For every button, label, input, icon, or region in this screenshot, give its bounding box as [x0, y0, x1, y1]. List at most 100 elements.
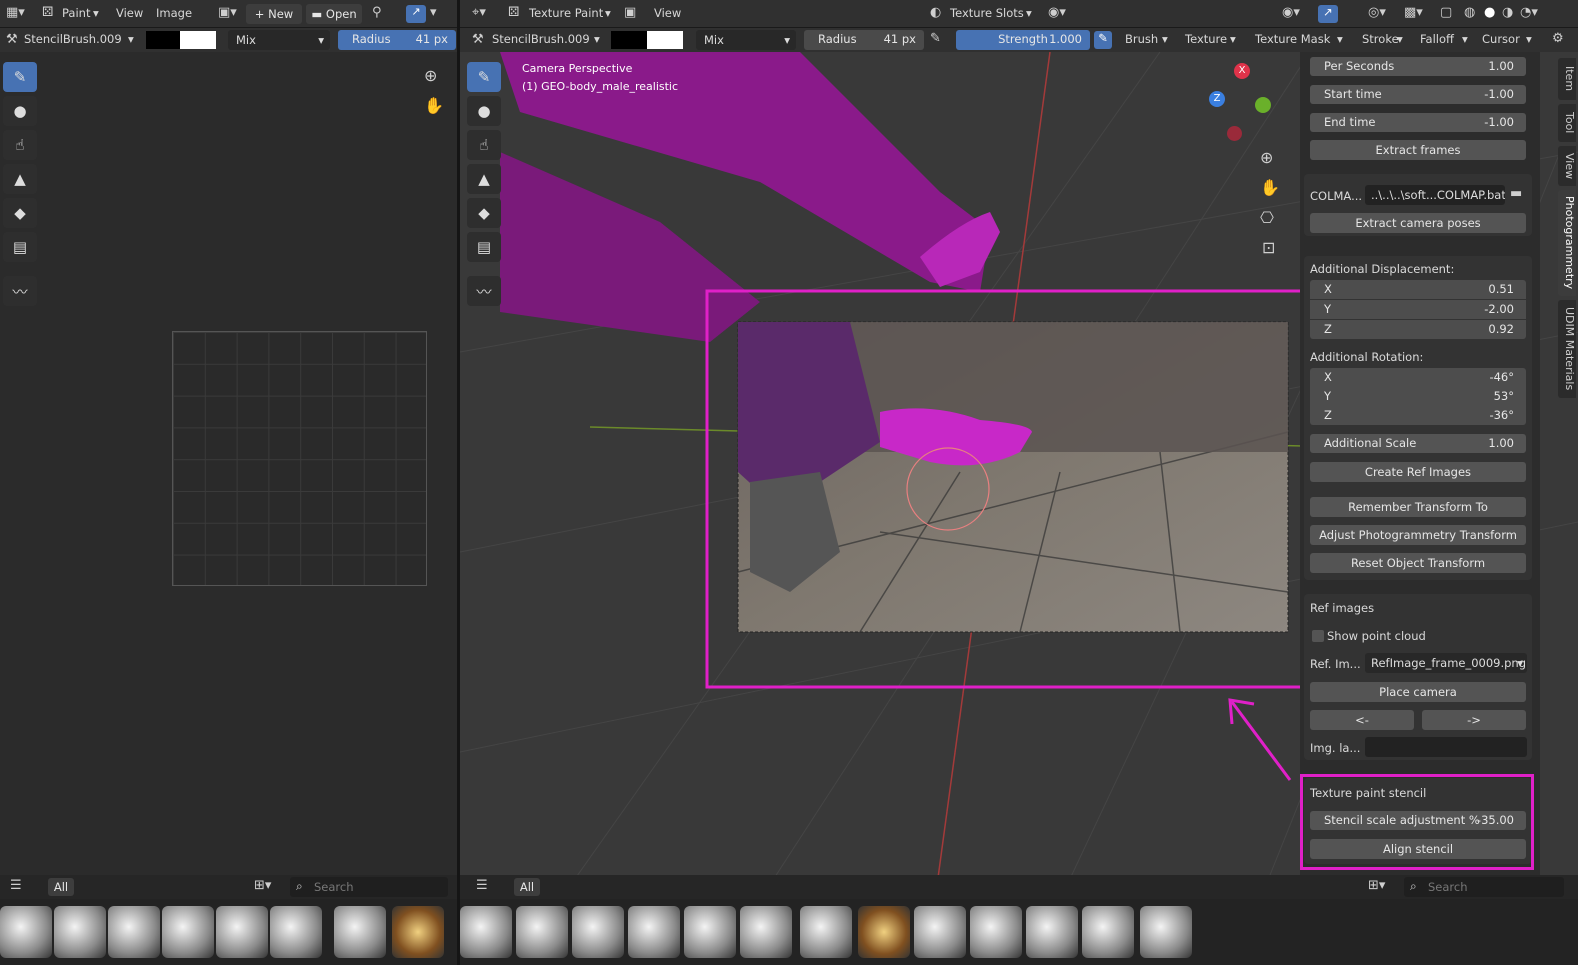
- rotation-x-field[interactable]: X -46°: [1310, 368, 1526, 387]
- gizmo-toggle[interactable]: ↗: [1318, 5, 1338, 23]
- brush-thumb[interactable]: [216, 906, 268, 958]
- left-shelf-search[interactable]: ⌕ Search: [290, 877, 448, 897]
- gizmo-z[interactable]: Z: [1209, 91, 1225, 107]
- uv-sync-button[interactable]: ↗: [406, 5, 426, 23]
- cursor-menu[interactable]: Cursor: [1482, 32, 1520, 46]
- fill-tool[interactable]: ◆: [3, 198, 37, 228]
- new-image-button[interactable]: + New: [246, 4, 302, 24]
- navigation-gizmo[interactable]: X Z: [1205, 60, 1275, 150]
- shelf-all-tab[interactable]: All: [48, 878, 74, 896]
- falloff-menu[interactable]: Falloff: [1420, 32, 1454, 46]
- draw-tool[interactable]: ✎: [3, 62, 37, 92]
- brush-thumb[interactable]: [0, 906, 52, 958]
- start-time-field[interactable]: Start time -1.00: [1310, 85, 1526, 104]
- brush-thumb-active[interactable]: [858, 906, 910, 958]
- pan-hand-icon[interactable]: ✋: [424, 96, 444, 115]
- tab-photogrammetry[interactable]: Photogrammetry: [1558, 190, 1576, 296]
- gizmo-x[interactable]: X: [1234, 63, 1250, 79]
- soften-tool[interactable]: ●: [467, 96, 501, 126]
- material-shading-icon[interactable]: ◑: [1502, 5, 1513, 20]
- color-swatch-primary[interactable]: [611, 31, 647, 49]
- shading-dot-icon[interactable]: ◉▾: [1048, 5, 1066, 20]
- annotate-tool[interactable]: 〰: [467, 276, 501, 306]
- stroke-menu[interactable]: Stroke: [1362, 32, 1399, 46]
- lock-icon[interactable]: ⊡: [1262, 238, 1275, 257]
- extract-frames-button[interactable]: Extract frames: [1310, 140, 1526, 160]
- gizmo-neg-x[interactable]: [1227, 126, 1242, 141]
- color-swatch-primary[interactable]: [146, 31, 180, 49]
- ref-image-dropdown[interactable]: RefImage_frame_0009.png ▾: [1365, 653, 1527, 673]
- color-swatch-secondary[interactable]: [647, 31, 683, 49]
- brush-thumb[interactable]: [572, 906, 624, 958]
- prev-image-button[interactable]: <-: [1310, 710, 1414, 730]
- draw-tool[interactable]: ✎: [467, 62, 501, 92]
- texture-slots-dropdown[interactable]: Texture Slots: [950, 6, 1024, 20]
- hamburger-icon[interactable]: ☰: [10, 878, 22, 893]
- brush-thumb[interactable]: [800, 906, 852, 958]
- place-camera-button[interactable]: Place camera: [1310, 682, 1526, 702]
- rotation-y-field[interactable]: Y 53°: [1310, 387, 1526, 406]
- fill-tool[interactable]: ◆: [467, 198, 501, 228]
- zoom-icon[interactable]: ⊕: [1260, 148, 1273, 167]
- texture-mask-menu[interactable]: Texture Mask: [1255, 32, 1330, 46]
- editor-type-icon[interactable]: ⌖▾: [472, 5, 486, 20]
- annotate-tool[interactable]: 〰: [3, 276, 37, 306]
- brush-thumb[interactable]: [1082, 906, 1134, 958]
- clone-tool[interactable]: ▲: [3, 164, 37, 194]
- brush-thumb[interactable]: [684, 906, 736, 958]
- reset-object-transform-button[interactable]: Reset Object Transform: [1310, 553, 1526, 573]
- grid-view-icon[interactable]: ⊞▾: [254, 878, 271, 893]
- viewport-3d[interactable]: ⌖▾ ⚄ Texture Paint ▾ ▣ View ◐ Texture Sl…: [460, 0, 1578, 965]
- viewport-shelf-search[interactable]: ⌕ Search: [1404, 877, 1564, 897]
- brush-thumb[interactable]: [270, 906, 322, 958]
- hamburger-icon[interactable]: ☰: [476, 878, 488, 893]
- smear-tool[interactable]: ☝: [3, 130, 37, 160]
- brush-thumb[interactable]: [334, 906, 386, 958]
- image-browse-icon[interactable]: ▣▾: [218, 5, 237, 20]
- tab-tool[interactable]: Tool: [1558, 104, 1576, 142]
- view-menu[interactable]: View: [654, 6, 681, 20]
- brush-menu[interactable]: Brush: [1125, 32, 1158, 46]
- remember-transform-button[interactable]: Remember Transform To: [1310, 497, 1526, 517]
- next-image-button[interactable]: ->: [1422, 710, 1526, 730]
- camera-view-icon[interactable]: ⎔: [1260, 208, 1274, 227]
- image-menu[interactable]: Image: [156, 6, 192, 20]
- brush-thumb[interactable]: [628, 906, 680, 958]
- extract-camera-poses-button[interactable]: Extract camera poses: [1310, 213, 1526, 233]
- texture-menu[interactable]: Texture: [1185, 32, 1227, 46]
- color-swatch-secondary[interactable]: [180, 31, 216, 49]
- adjust-photogrammetry-transform-button[interactable]: Adjust Photogrammetry Transform: [1310, 525, 1526, 545]
- brush-thumb[interactable]: [1026, 906, 1078, 958]
- grid-view-icon[interactable]: ⊞▾: [1368, 878, 1385, 893]
- brush-selector[interactable]: StencilBrush.009: [492, 32, 590, 46]
- xray-toggle-icon[interactable]: ▢: [1440, 5, 1452, 20]
- brush-thumb[interactable]: [970, 906, 1022, 958]
- open-image-button[interactable]: ▬ Open: [306, 4, 362, 24]
- img-la-field[interactable]: [1365, 737, 1527, 757]
- pressure-radius-icon[interactable]: ✎: [930, 31, 941, 46]
- brush-thumb[interactable]: [914, 906, 966, 958]
- canvas-icon[interactable]: ▣: [624, 5, 636, 20]
- show-point-cloud-checkbox[interactable]: [1312, 630, 1324, 642]
- image-canvas-grid[interactable]: [172, 331, 427, 586]
- wireframe-shading-icon[interactable]: ◍: [1464, 5, 1475, 20]
- rotation-z-field[interactable]: Z -36°: [1310, 406, 1526, 425]
- additional-scale-field[interactable]: Additional Scale 1.00: [1310, 434, 1526, 453]
- brush-selector[interactable]: StencilBrush.009: [24, 32, 122, 46]
- mask-tool[interactable]: ▤: [3, 232, 37, 262]
- pin-icon[interactable]: ⚲: [372, 5, 382, 20]
- blend-mode-dropdown[interactable]: Mix ▾: [228, 30, 330, 50]
- pressure-strength-icon[interactable]: ✎: [1094, 31, 1112, 49]
- mode-menu[interactable]: Paint: [62, 6, 90, 20]
- mask-tool[interactable]: ▤: [467, 232, 501, 262]
- editor-type-icon[interactable]: ▦▾: [6, 5, 25, 20]
- shelf-all-tab[interactable]: All: [514, 878, 540, 896]
- radius-field[interactable]: Radius 41 px: [804, 30, 924, 50]
- visibility-icon[interactable]: ◉▾: [1282, 5, 1300, 20]
- brush-thumb-active[interactable]: [392, 906, 444, 958]
- pan-hand-icon[interactable]: ✋: [1260, 178, 1280, 197]
- end-time-field[interactable]: End time -1.00: [1310, 113, 1526, 132]
- brush-thumb[interactable]: [516, 906, 568, 958]
- blend-mode-dropdown[interactable]: Mix ▾: [696, 30, 796, 50]
- overlay-icon[interactable]: ◎▾: [1368, 5, 1386, 20]
